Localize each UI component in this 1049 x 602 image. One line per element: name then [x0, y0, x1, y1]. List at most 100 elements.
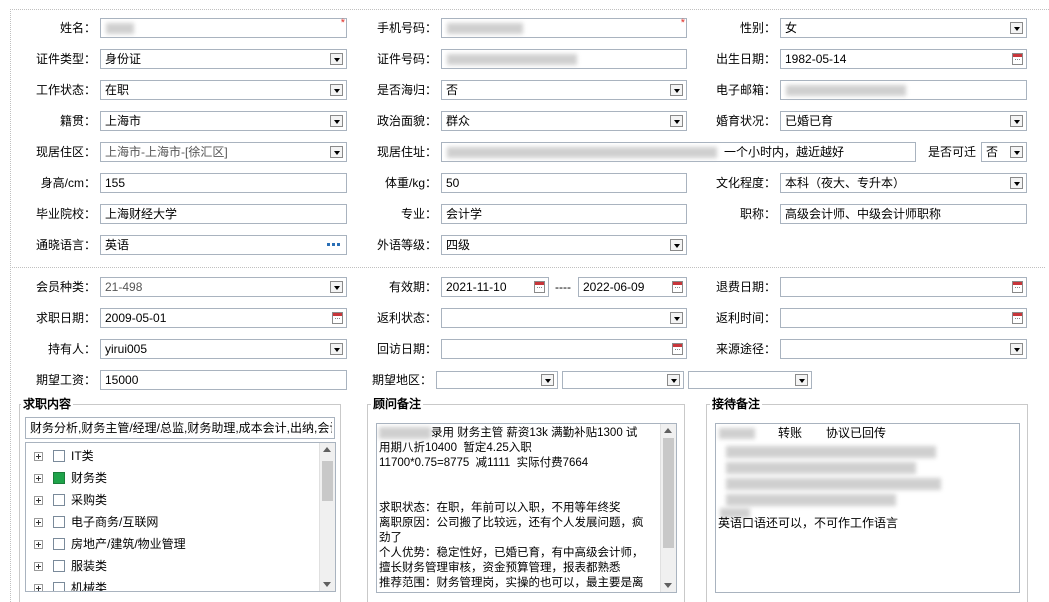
chevron-down-icon[interactable] — [330, 343, 343, 355]
scroll-up-icon[interactable] — [323, 447, 331, 452]
chevron-down-icon[interactable] — [541, 374, 554, 386]
chevron-down-icon[interactable] — [330, 115, 343, 127]
gender-select[interactable]: 女 — [780, 18, 1027, 38]
weight-field[interactable]: 50 — [441, 173, 687, 193]
expand-icon[interactable] — [34, 452, 43, 461]
calendar-icon[interactable] — [1012, 53, 1023, 65]
expand-icon[interactable] — [34, 474, 43, 483]
residence-addr-field[interactable]: 一个小时内，越近越好 — [441, 142, 916, 162]
job-date-field[interactable]: 2009-05-01 — [100, 308, 347, 328]
checkbox[interactable] — [53, 538, 65, 550]
chevron-down-icon[interactable] — [1010, 146, 1023, 158]
scroll-thumb[interactable] — [663, 438, 674, 548]
chevron-down-icon[interactable] — [670, 115, 683, 127]
birth-date-field[interactable]: 1982-05-14 — [780, 49, 1027, 69]
visit-date-field[interactable] — [441, 339, 687, 359]
checkbox[interactable] — [53, 494, 65, 506]
job-content-summary: 财务分析,财务主管/经理/总监,财务助理,成本会计,出纳,会计 — [30, 421, 332, 435]
overseas-select[interactable]: 否 — [441, 80, 687, 100]
reception-notes-title: 接待备注 — [710, 397, 763, 411]
commute-select[interactable]: 否 — [981, 142, 1027, 162]
chevron-down-icon[interactable] — [795, 374, 808, 386]
job-category-tree[interactable]: IT类 财务类 采购类 电子商务/互联网 房地产/建筑/物业管理 服装类 机械类 — [25, 442, 336, 592]
holder-value: yirui005 — [105, 342, 148, 356]
checkbox-checked[interactable] — [53, 472, 65, 484]
source-label: 来源途径： — [715, 342, 776, 356]
expand-icon[interactable] — [34, 496, 43, 505]
chevron-down-icon[interactable] — [1010, 177, 1023, 189]
political-select[interactable]: 群众 — [441, 111, 687, 131]
email-field[interactable] — [780, 80, 1027, 100]
name-field[interactable]: * — [100, 17, 347, 38]
major-field[interactable]: 会计学 — [441, 204, 687, 224]
language-field[interactable]: 英语 — [100, 235, 347, 255]
chevron-down-icon[interactable] — [1010, 343, 1023, 355]
section-divider — [10, 267, 1045, 268]
expected-area-district-select[interactable] — [688, 371, 812, 389]
height-field[interactable]: 155 — [100, 173, 347, 193]
chevron-down-icon[interactable] — [330, 146, 343, 158]
advisor-notes-textarea[interactable]: 录用 财务主管 薪资13k 满勤补贴1300 试 用期八折10400 暂定4.2… — [376, 423, 677, 593]
checkbox[interactable] — [53, 516, 65, 528]
name-redacted — [106, 23, 134, 34]
member-type-select[interactable]: 21-498 — [100, 277, 347, 297]
scroll-up-icon[interactable] — [664, 428, 672, 433]
rebate-status-label: 返利状态： — [376, 311, 437, 325]
foreign-level-select[interactable]: 四级 — [441, 235, 687, 255]
source-select[interactable] — [780, 339, 1027, 359]
work-status-select[interactable]: 在职 — [100, 80, 347, 100]
holder-select[interactable]: yirui005 — [100, 339, 347, 359]
notes-scrollbar[interactable] — [660, 424, 676, 592]
residence-addr-value: 一个小时内，越近越好 — [724, 145, 845, 159]
title-field[interactable]: 高级会计师、中级会计师职称 — [780, 204, 1027, 224]
job-content-summary-field[interactable]: 财务分析,财务主管/经理/总监,财务助理,成本会计,出纳,会计 — [25, 417, 335, 439]
scroll-thumb[interactable] — [322, 461, 333, 501]
marital-select[interactable]: 已婚已育 — [780, 111, 1027, 131]
checkbox[interactable] — [53, 582, 65, 591]
chevron-down-icon[interactable] — [670, 239, 683, 251]
refund-date-field[interactable] — [780, 277, 1027, 297]
valid-to-field[interactable]: 2022-06-09 — [578, 277, 687, 297]
chevron-down-icon[interactable] — [330, 281, 343, 293]
id-type-select[interactable]: 身份证 — [100, 49, 347, 69]
expand-icon[interactable] — [34, 540, 43, 549]
reception-notes-textarea[interactable]: 转账 协议已回传 英语口语还可以，不可作工作语言 — [715, 423, 1020, 593]
expand-icon[interactable] — [34, 584, 43, 591]
rebate-time-field[interactable] — [780, 308, 1027, 328]
expected-area-city-select[interactable] — [562, 371, 684, 389]
more-icon[interactable] — [327, 241, 341, 247]
calendar-icon[interactable] — [1012, 312, 1023, 324]
calendar-icon[interactable] — [672, 281, 683, 293]
school-field[interactable]: 上海财经大学 — [100, 204, 347, 224]
chevron-down-icon[interactable] — [670, 84, 683, 96]
expected-area-province-select[interactable] — [436, 371, 558, 389]
valid-from-field[interactable]: 2021-11-10 — [441, 277, 549, 297]
scroll-down-icon[interactable] — [323, 582, 331, 587]
chevron-down-icon[interactable] — [1010, 22, 1023, 34]
checkbox[interactable] — [53, 450, 65, 462]
chevron-down-icon[interactable] — [667, 374, 680, 386]
phone-field[interactable]: * — [441, 17, 687, 38]
calendar-icon[interactable] — [672, 343, 683, 355]
rebate-status-select[interactable] — [441, 308, 687, 328]
chevron-down-icon[interactable] — [330, 84, 343, 96]
checkbox[interactable] — [53, 560, 65, 572]
calendar-icon[interactable] — [332, 312, 343, 324]
visit-date-label: 回访日期： — [376, 342, 437, 356]
residence-area-select[interactable]: 上海市-上海市-[徐汇区] — [100, 142, 347, 162]
scroll-down-icon[interactable] — [664, 583, 672, 588]
expected-salary-field[interactable]: 15000 — [100, 370, 347, 390]
chevron-down-icon[interactable] — [670, 312, 683, 324]
education-select[interactable]: 本科（夜大、专升本） — [780, 173, 1027, 193]
calendar-icon[interactable] — [534, 281, 545, 293]
native-select[interactable]: 上海市 — [100, 111, 347, 131]
rebate-time-label: 返利时间： — [715, 311, 776, 325]
left-border — [10, 9, 11, 602]
chevron-down-icon[interactable] — [330, 53, 343, 65]
expand-icon[interactable] — [34, 518, 43, 527]
calendar-icon[interactable] — [1012, 281, 1023, 293]
chevron-down-icon[interactable] — [1010, 115, 1023, 127]
id-no-field[interactable] — [441, 49, 687, 69]
expand-icon[interactable] — [34, 562, 43, 571]
tree-scrollbar[interactable] — [319, 443, 335, 591]
